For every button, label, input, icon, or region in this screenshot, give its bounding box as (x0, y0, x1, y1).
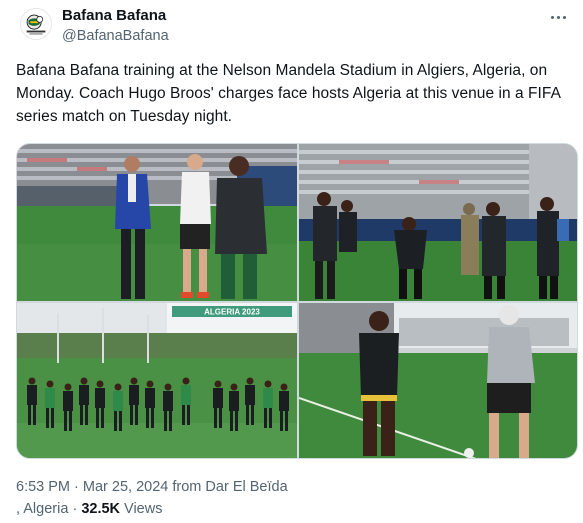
display-name[interactable]: Bafana Bafana (62, 6, 169, 25)
photo-coaches-stadium[interactable] (17, 144, 297, 301)
photo-team-running[interactable]: ALGERIA 2023 (17, 303, 297, 458)
account-names: Bafana Bafana @BafanaBafana (62, 6, 169, 46)
tweet-text: Bafana Bafana training at the Nelson Man… (16, 62, 561, 125)
tweet-meta: 6:53 PM · Mar 25, 2024 from Dar El Beïda… (16, 476, 556, 520)
photo-coach-ball[interactable] (299, 303, 577, 458)
meta-line-2: , Algeria · 32.5K Views (16, 498, 556, 520)
location-country[interactable]: , Algeria (16, 501, 68, 517)
meta-line-1: 6:53 PM · Mar 25, 2024 from Dar El Beïda (16, 476, 556, 498)
meta-separator: · (74, 479, 79, 495)
tweet-header: Bafana Bafana @BafanaBafana (16, 6, 573, 46)
tweet-time: 6:53 PM (16, 479, 70, 495)
location-text[interactable]: Dar El Beïda (205, 479, 287, 495)
meta-separator-2: · (72, 501, 78, 517)
tweet-date: Mar 25, 2024 (82, 479, 169, 495)
location-prefix: from (172, 479, 202, 495)
avatar[interactable] (20, 8, 52, 40)
tweet-timestamp[interactable]: 6:53 PM · Mar 25, 2024 (16, 479, 168, 495)
more-options-icon[interactable] (545, 6, 571, 28)
views-count[interactable]: 32.5K (81, 501, 120, 517)
views-label: Views (124, 501, 163, 517)
sign-text: ALGERIA 2023 (204, 308, 260, 317)
account-handle[interactable]: @BafanaBafana (62, 26, 169, 46)
safa-crest-icon (21, 9, 51, 39)
photo-players-stands[interactable] (299, 144, 577, 301)
media-grid: ALGERIA 2023 (16, 143, 578, 459)
